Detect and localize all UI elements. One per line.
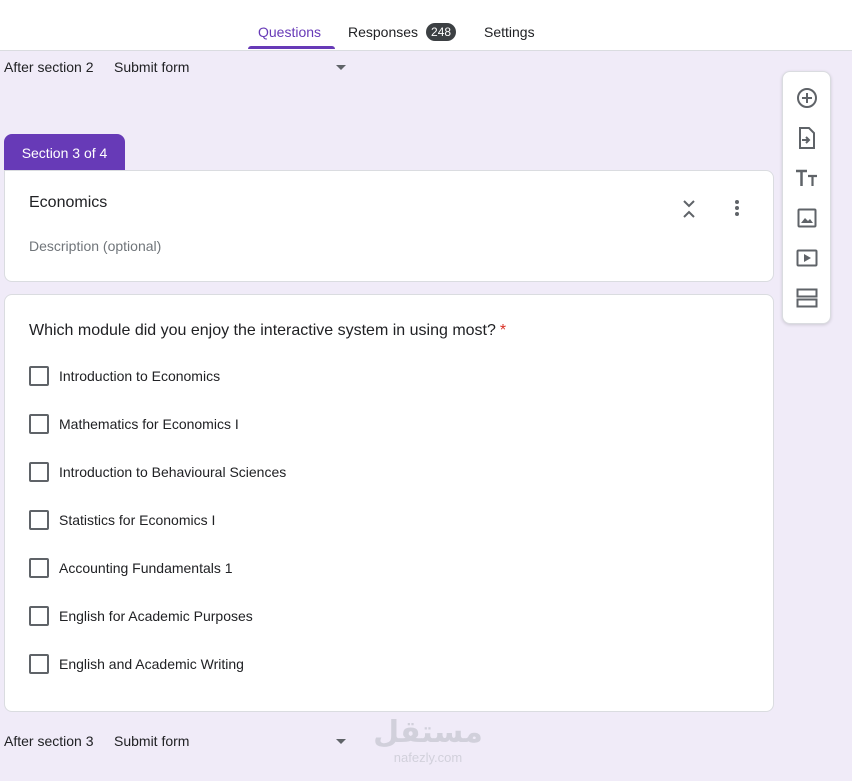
active-tab-indicator <box>248 46 335 49</box>
tab-settings-label: Settings <box>484 24 535 40</box>
option-label: Statistics for Economics I <box>59 512 216 528</box>
watermark-logo: مستقل nafezly.com <box>368 715 488 781</box>
option-label: Introduction to Behavioural Sciences <box>59 464 287 480</box>
option-label: English and Academic Writing <box>59 656 244 672</box>
option-label: Introduction to Economics <box>59 368 221 384</box>
floating-toolbar <box>782 71 831 324</box>
after-section-2-dropdown[interactable]: Submit form <box>114 54 350 80</box>
tab-questions[interactable]: Questions <box>258 0 321 50</box>
checkbox[interactable] <box>29 606 49 626</box>
option-item[interactable]: Statistics for Economics I <box>29 509 215 531</box>
add-video-icon[interactable] <box>795 246 819 270</box>
responses-count-badge: 248 <box>426 23 457 41</box>
question-text: Which module did you enjoy the interacti… <box>29 322 496 339</box>
after-section-3-label: After section 3 <box>4 733 94 749</box>
checkbox[interactable] <box>29 558 49 578</box>
after-section-3-row: After section 3 Submit form <box>4 728 350 754</box>
dropdown-caret-icon <box>336 738 346 744</box>
import-questions-icon[interactable] <box>795 126 819 150</box>
add-question-icon[interactable] <box>795 86 819 110</box>
watermark-text: مستقل <box>373 715 483 750</box>
checkbox[interactable] <box>29 366 49 386</box>
option-item[interactable]: Introduction to Economics <box>29 365 220 387</box>
section-header-card[interactable]: Economics Description (optional) <box>4 170 774 282</box>
add-image-icon[interactable] <box>795 206 819 230</box>
collapse-section-icon[interactable] <box>677 197 701 221</box>
after-section-2-label: After section 2 <box>4 59 94 75</box>
tab-responses-label: Responses <box>348 24 419 40</box>
required-asterisk: * <box>499 322 507 339</box>
option-item[interactable]: English for Academic Purposes <box>29 605 253 627</box>
option-label: Mathematics for Economics I <box>59 416 239 432</box>
option-label: Accounting Fundamentals 1 <box>59 560 233 576</box>
option-item[interactable]: English and Academic Writing <box>29 653 244 675</box>
dropdown-caret-icon <box>336 64 346 70</box>
after-section-2-row: After section 2 Submit form <box>4 54 350 80</box>
question-title: Which module did you enjoy the interacti… <box>29 322 506 340</box>
watermark-url: nafezly.com <box>393 750 463 765</box>
top-tab-bar: Questions Responses 248 Settings <box>0 0 852 51</box>
more-options-icon[interactable] <box>725 196 749 220</box>
add-title-icon[interactable] <box>795 166 819 190</box>
checkbox[interactable] <box>29 462 49 482</box>
section-description-field[interactable]: Description (optional) <box>29 238 161 254</box>
option-item[interactable]: Accounting Fundamentals 1 <box>29 557 233 579</box>
after-section-2-value: Submit form <box>114 59 190 75</box>
tab-settings[interactable]: Settings <box>484 0 535 50</box>
tab-responses[interactable]: Responses 248 <box>348 0 457 50</box>
section-title[interactable]: Economics <box>29 194 107 212</box>
after-section-3-value: Submit form <box>114 733 190 749</box>
question-card[interactable]: Which module did you enjoy the interacti… <box>4 294 774 712</box>
checkbox[interactable] <box>29 654 49 674</box>
section-tag: Section 3 of 4 <box>4 134 125 171</box>
option-item[interactable]: Mathematics for Economics I <box>29 413 239 435</box>
add-section-icon[interactable] <box>795 286 819 310</box>
option-label: English for Academic Purposes <box>59 608 253 624</box>
checkbox[interactable] <box>29 414 49 434</box>
option-item[interactable]: Introduction to Behavioural Sciences <box>29 461 286 483</box>
checkbox[interactable] <box>29 510 49 530</box>
after-section-3-dropdown[interactable]: Submit form <box>114 728 350 754</box>
